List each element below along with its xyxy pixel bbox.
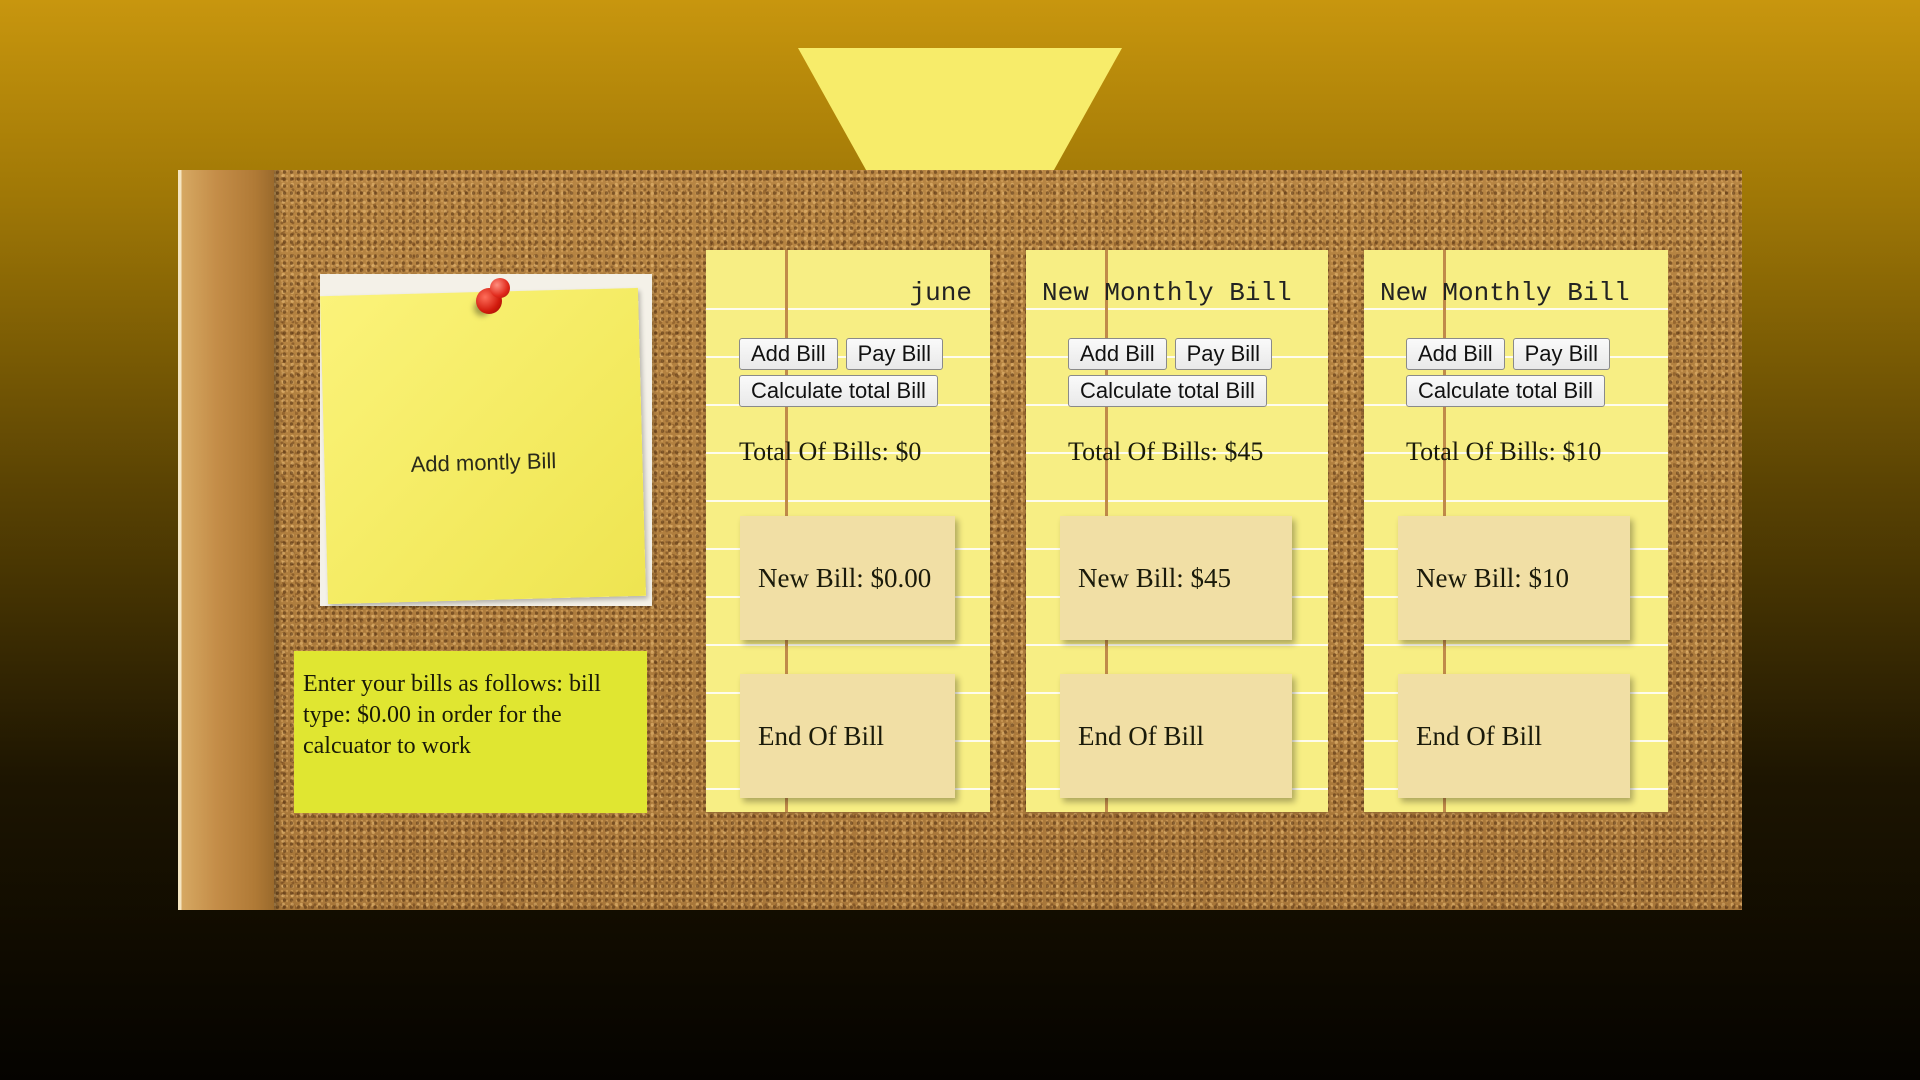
card-title: june [909, 278, 972, 308]
push-pin-icon [472, 278, 512, 318]
total-of-bills: Total Of Bills: $0 [739, 437, 922, 466]
total-of-bills: Total Of Bills: $10 [1406, 437, 1602, 466]
end-of-bill-tile[interactable]: End Of Bill [1060, 674, 1292, 798]
calculate-total-button[interactable]: Calculate total Bill [1068, 375, 1267, 407]
calculate-total-button[interactable]: Calculate total Bill [1406, 375, 1605, 407]
end-of-bill-tile[interactable]: End Of Bill [740, 674, 955, 798]
button-row: Calculate total Bill [1406, 375, 1605, 407]
card-title: New Monthly Bill [1042, 278, 1292, 308]
button-row: Calculate total Bill [1068, 375, 1267, 407]
end-of-bill-tile[interactable]: End Of Bill [1398, 674, 1630, 798]
bill-card: New Monthly Bill Add Bill Pay Bill Calcu… [1026, 250, 1328, 812]
add-note-label[interactable]: Add montly Bill [324, 446, 643, 480]
instructions-note: Enter your bills as follows: bill type: … [294, 651, 647, 813]
new-bill-tile[interactable]: New Bill: $0.00 [740, 516, 955, 640]
calculate-total-button[interactable]: Calculate total Bill [739, 375, 938, 407]
cork-board: Add montly Bill Enter your bills as foll… [178, 170, 1742, 910]
total-of-bills: Total Of Bills: $45 [1068, 437, 1264, 466]
new-bill-tile[interactable]: New Bill: $45 [1060, 516, 1292, 640]
button-row: Add Bill Pay Bill [1068, 338, 1272, 370]
add-bill-button[interactable]: Add Bill [739, 338, 838, 370]
add-bill-button[interactable]: Add Bill [1406, 338, 1505, 370]
add-monthly-bill-note[interactable]: Add montly Bill [320, 274, 652, 606]
bill-card: june Add Bill Pay Bill Calculate total B… [706, 250, 990, 812]
pay-bill-button[interactable]: Pay Bill [1174, 338, 1272, 370]
board-frame [178, 170, 274, 910]
add-bill-button[interactable]: Add Bill [1068, 338, 1167, 370]
pay-bill-button[interactable]: Pay Bill [845, 338, 943, 370]
pin-top [490, 278, 510, 298]
card-title: New Monthly Bill [1380, 278, 1630, 308]
button-row: Add Bill Pay Bill [1406, 338, 1610, 370]
lamp-shade [798, 48, 1122, 170]
add-note-paper[interactable]: Add montly Bill [320, 287, 646, 605]
new-bill-tile[interactable]: New Bill: $10 [1398, 516, 1630, 640]
pay-bill-button[interactable]: Pay Bill [1512, 338, 1610, 370]
button-row: Add Bill Pay Bill [739, 338, 943, 370]
bill-card: New Monthly Bill Add Bill Pay Bill Calcu… [1364, 250, 1668, 812]
button-row: Calculate total Bill [739, 375, 938, 407]
